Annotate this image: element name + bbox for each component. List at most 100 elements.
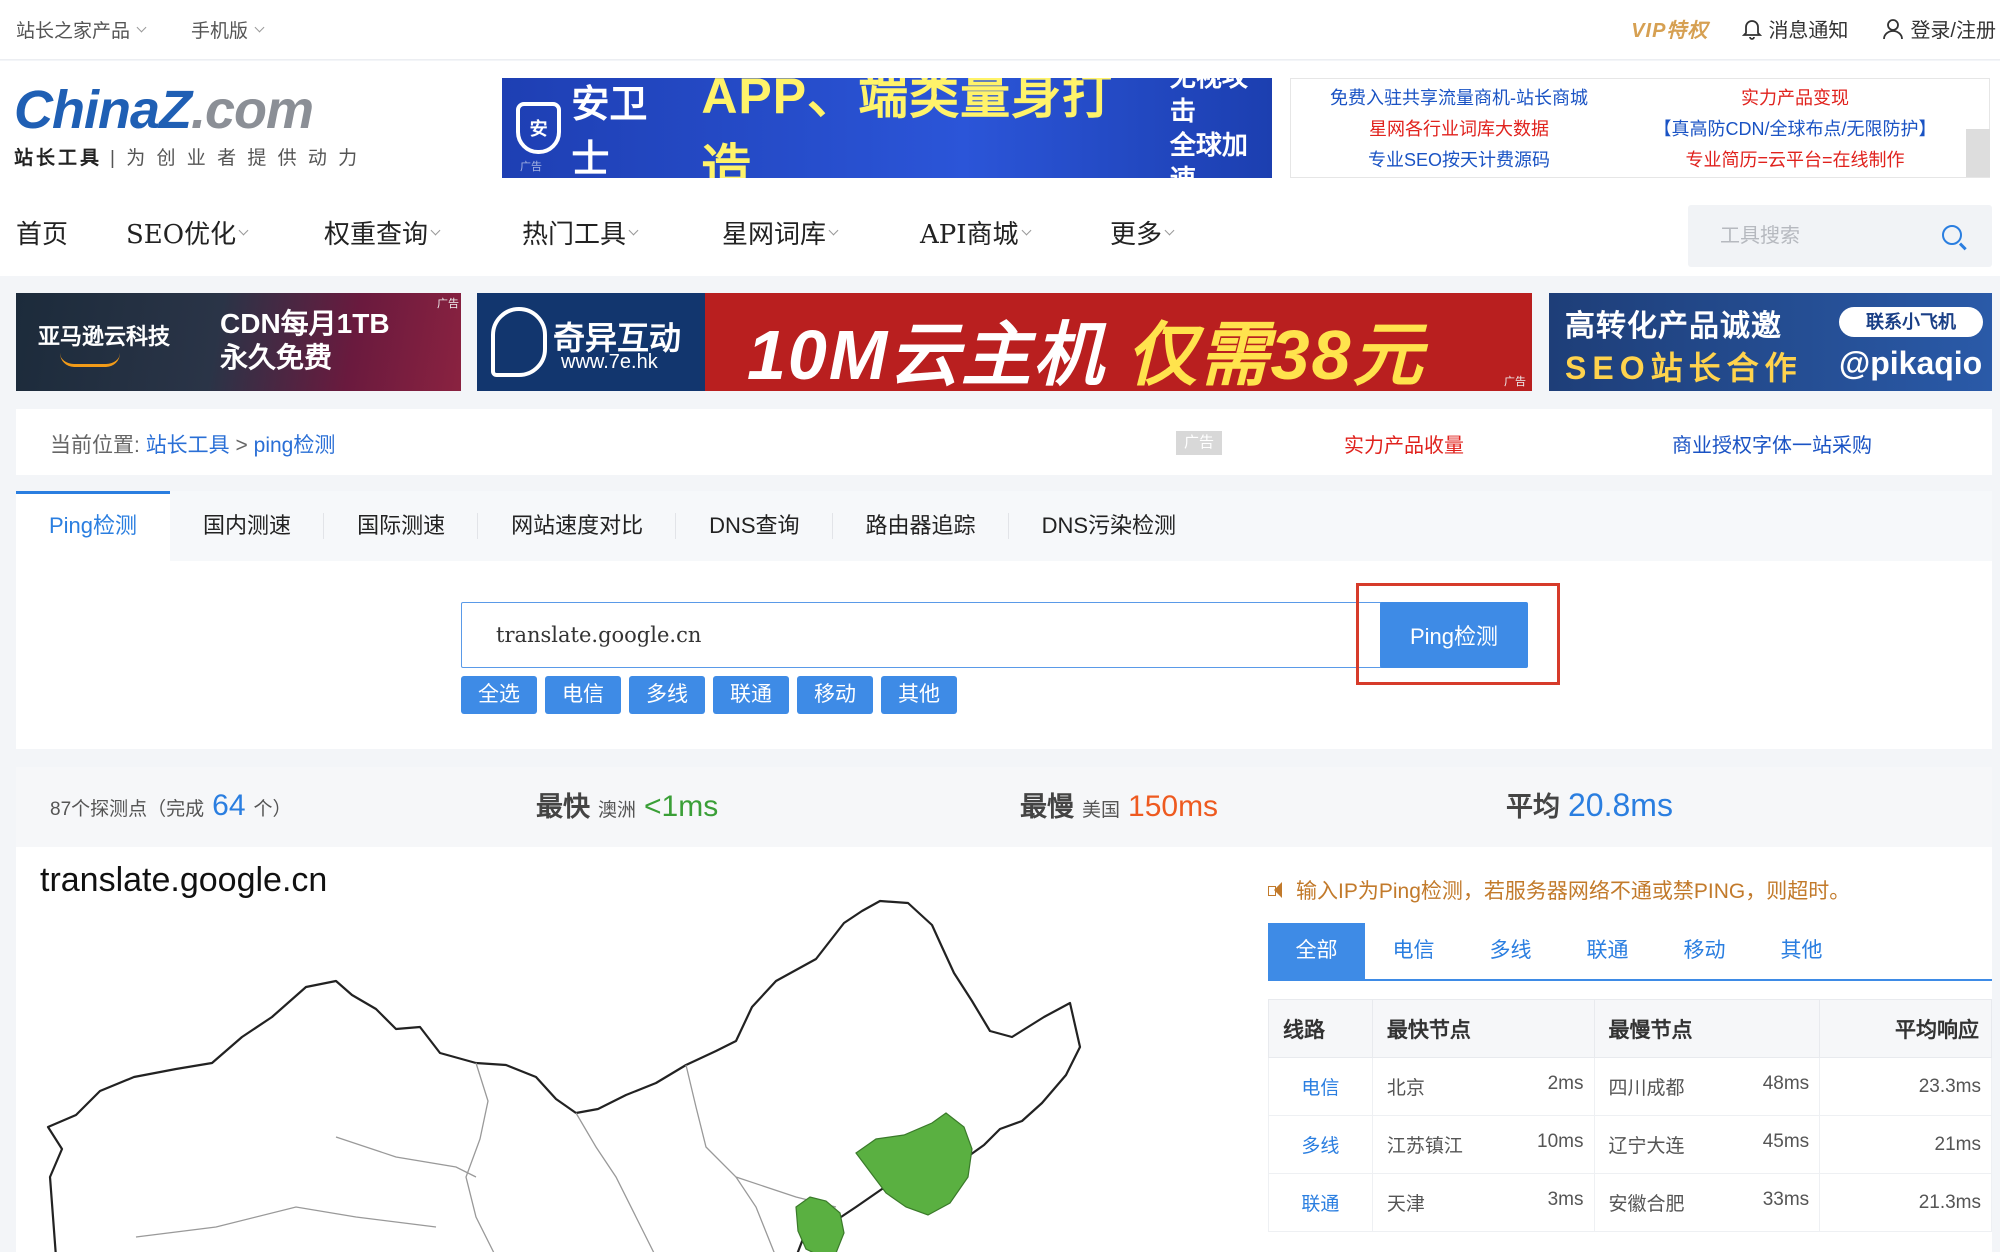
- tab-dns-query[interactable]: DNS查询: [676, 491, 834, 561]
- filter-tab-other[interactable]: 其他: [1753, 923, 1850, 979]
- slowest-label: 最慢: [1020, 792, 1074, 822]
- fastest-label: 最快: [536, 792, 590, 822]
- nav-item-more[interactable]: 更多: [1110, 214, 1230, 251]
- notice: 输入IP为Ping检测，若服务器网络不通或禁PING，则超时。: [1268, 875, 1850, 905]
- node-name: 天津: [1386, 1194, 1425, 1215]
- chevron-down-icon: [628, 225, 639, 235]
- average-value: 20.8ms: [1568, 787, 1673, 823]
- ad-headline-a: 10M云主机: [747, 316, 1106, 391]
- average-cell: 21.3ms: [1819, 1173, 1992, 1232]
- chevron-down-icon: [430, 225, 441, 235]
- chip-all[interactable]: 全选: [461, 676, 537, 714]
- banner-side-top: 无视攻击: [1169, 78, 1248, 126]
- nav-label: SEO优化: [126, 220, 237, 250]
- notification-link[interactable]: 消息通知: [1742, 14, 1848, 43]
- node-latency: 33ms: [1762, 1189, 1810, 1210]
- filter-tab-telecom[interactable]: 电信: [1365, 923, 1462, 979]
- nav-item-weight[interactable]: 权重查询: [324, 214, 522, 251]
- user-icon: [1883, 18, 1904, 39]
- slowest-stat: 最慢 美国 150ms: [1020, 785, 1218, 824]
- map-title: translate.google.cn: [40, 861, 328, 899]
- ping-button[interactable]: Ping检测: [1380, 602, 1528, 668]
- tab-ping[interactable]: Ping检测: [16, 491, 171, 561]
- line-link[interactable]: 多线: [1268, 1115, 1373, 1174]
- nav-label: 热门工具: [522, 220, 627, 250]
- mobile-menu-label: 手机版: [191, 21, 249, 42]
- text-ad-link[interactable]: 星网各行业词库大数据: [1291, 114, 1627, 145]
- promo-link[interactable]: 商业授权字体一站采购: [1672, 429, 1872, 458]
- slowest-node-cell: 四川成都 48ms: [1593, 1057, 1821, 1116]
- text-ads: 免费入驻共享流量商机-站长商城 实力产品变现 星网各行业词库大数据 【真高防CD…: [1290, 78, 1990, 178]
- text-ad-link[interactable]: 专业简历=云平台=在线制作: [1627, 145, 1963, 176]
- ping-stats: 87个探测点（完成 64 个） 最快 澳洲 <1ms 最慢 美国 150ms 平均 20.8m…: [16, 767, 1992, 847]
- text-ad-link[interactable]: 专业SEO按天计费源码: [1291, 145, 1627, 176]
- china-map[interactable]: [36, 877, 1096, 1252]
- promo-link[interactable]: 实力产品收量: [1344, 429, 1464, 458]
- nav-item-hot-tools[interactable]: 热门工具: [522, 214, 722, 251]
- ad-side-tab[interactable]: [1966, 129, 1990, 177]
- breadcrumb-home[interactable]: 站长工具: [146, 434, 230, 457]
- text-ad-link[interactable]: 【真高防CDN/全球布点/无限防护】: [1627, 114, 1963, 145]
- line-link[interactable]: 联通: [1268, 1173, 1373, 1232]
- node-name: 安徽合肥: [1608, 1194, 1685, 1215]
- nav-item-seo[interactable]: SEO优化: [126, 214, 324, 251]
- node-name: 辽宁大连: [1608, 1136, 1685, 1157]
- filter-tab-all[interactable]: 全部: [1268, 923, 1365, 979]
- ad-brand: 亚马逊云科技: [38, 324, 171, 349]
- login-link[interactable]: 登录/注册: [1882, 14, 1996, 43]
- text-ad-link[interactable]: 免费入驻共享流量商机-站长商城: [1291, 83, 1627, 114]
- result-filter-tabs: 全部 电信 多线 联通 移动 其他: [1268, 923, 1992, 981]
- ad-aws-cdn[interactable]: 亚马逊云科技 CDN每月1TB 永久免费 广告: [16, 293, 461, 391]
- nav-item-home[interactable]: 首页: [16, 214, 126, 251]
- chip-other[interactable]: 其他: [881, 676, 957, 714]
- tab-intl-speed[interactable]: 国际测速: [324, 491, 479, 561]
- line-link[interactable]: 电信: [1268, 1057, 1373, 1116]
- domain-input[interactable]: [461, 602, 1385, 668]
- node-latency: 2ms: [1547, 1073, 1584, 1094]
- chip-telecom[interactable]: 电信: [545, 676, 621, 714]
- ad-seo-partner[interactable]: 高转化产品诚邀 SEO站长合作 联系小飞机 @pikaqio: [1549, 293, 1992, 391]
- ad-headline-b: 仅需38元: [1105, 316, 1425, 391]
- ad-cloud-host[interactable]: 奇异互动 www.7e.hk 10M云主机 仅需38元 广告: [477, 293, 1532, 391]
- chip-multiline[interactable]: 多线: [629, 676, 705, 714]
- breadcrumb-current[interactable]: ping检测: [254, 434, 336, 457]
- nav-label: 权重查询: [324, 220, 429, 250]
- filter-tab-multiline[interactable]: 多线: [1462, 923, 1559, 979]
- fastest-value: <1ms: [644, 790, 719, 823]
- filter-tab-mobile[interactable]: 移动: [1656, 923, 1753, 979]
- logo-sub-bold: 站长工具: [14, 148, 103, 169]
- probe-count-suffix: 个）: [253, 799, 292, 820]
- text-ad-link[interactable]: 实力产品变现: [1627, 83, 1963, 114]
- tab-domestic-speed[interactable]: 国内测速: [170, 491, 325, 561]
- column-header: 最快节点: [1371, 999, 1595, 1058]
- tab-traceroute[interactable]: 路由器追踪: [833, 491, 1009, 561]
- average-label: 平均: [1506, 792, 1560, 822]
- main-nav: 首页 SEO优化 权重查询 热门工具 星网词库 API商城 更多: [16, 214, 1230, 251]
- node-name: 四川成都: [1608, 1078, 1685, 1099]
- products-menu[interactable]: 站长之家产品: [16, 16, 147, 43]
- nav-item-wordbank[interactable]: 星网词库: [722, 214, 920, 251]
- tab-site-compare[interactable]: 网站速度对比: [478, 491, 677, 561]
- tool-search-input[interactable]: [1688, 205, 1928, 267]
- probe-count: 87个探测点（完成 64 个）: [50, 789, 292, 823]
- site-header: ChinaZ.com 站长工具 | 为 创 业 者 提 供 动 力 安 安卫士 A…: [0, 61, 2000, 276]
- tool-search: [1688, 205, 1992, 267]
- filter-tab-unicom[interactable]: 联通: [1559, 923, 1656, 979]
- chip-unicom[interactable]: 联通: [713, 676, 789, 714]
- nav-item-api[interactable]: API商城: [920, 214, 1110, 251]
- slowest-node-cell: 安徽合肥 33ms: [1593, 1173, 1821, 1232]
- mobile-menu[interactable]: 手机版: [191, 16, 265, 43]
- search-icon[interactable]: [1942, 225, 1962, 245]
- fastest-node-cell: 北京 2ms: [1371, 1057, 1595, 1116]
- top-bar: 站长之家产品 手机版 VIP特权 消息通知 登录/注册: [0, 0, 2000, 60]
- ad-line-2: 永久免费: [220, 342, 333, 373]
- header-ad-banner[interactable]: 安 安卫士 APP、端类量身打造 无视攻击全球加速 广告: [502, 78, 1272, 178]
- table-header-row: 线路 最快节点 最慢节点 平均响应: [1268, 999, 1992, 1058]
- vip-link[interactable]: VIP特权: [1631, 14, 1708, 43]
- node-name: 江苏镇江: [1386, 1136, 1463, 1157]
- ad-brand-block: 奇异互动 www.7e.hk: [477, 293, 705, 391]
- tab-dns-pollution[interactable]: DNS污染检测: [1009, 491, 1209, 561]
- chip-mobile[interactable]: 移动: [797, 676, 873, 714]
- site-logo[interactable]: ChinaZ.com 站长工具 | 为 创 业 者 提 供 动 力: [14, 79, 360, 170]
- average-cell: 23.3ms: [1819, 1057, 1992, 1116]
